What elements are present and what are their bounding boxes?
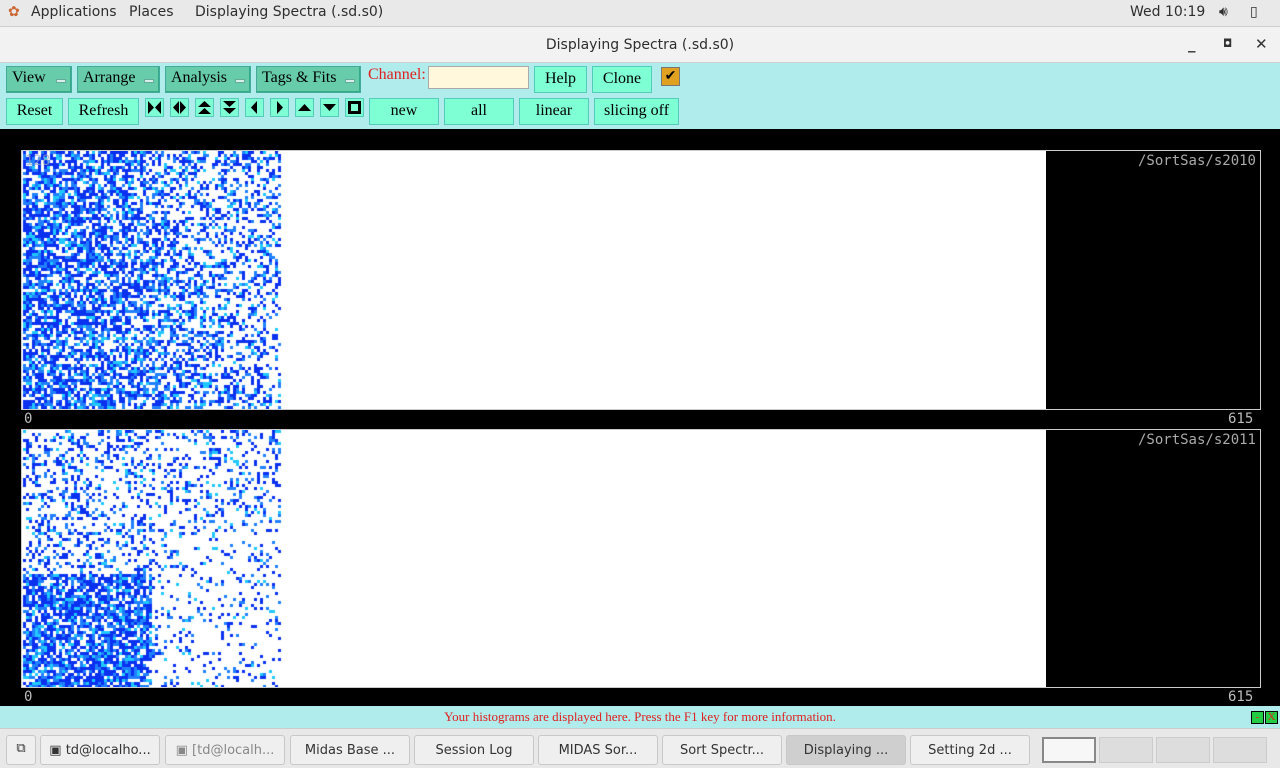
volume-icon[interactable]: 🔊︎: [1219, 4, 1228, 20]
terminal-icon: ▣: [49, 743, 66, 758]
arrange-menu-label: Arrange: [83, 69, 136, 86]
terminal-icon: ▣: [175, 743, 193, 758]
spectrum-heatmap[interactable]: [22, 430, 1048, 687]
dropdown-icon: [345, 79, 355, 83]
taskbar-item[interactable]: Displaying ...: [786, 735, 906, 765]
spectrum-name: /SortSas/s2011: [1137, 432, 1256, 448]
spectrum-info-area: /SortSas/s2010: [1046, 151, 1260, 409]
status-message: Your histograms are displayed here. Pres…: [444, 709, 836, 724]
shrink-vertical-icon[interactable]: [220, 98, 239, 117]
slicing-button[interactable]: slicing off: [594, 98, 679, 125]
close-button[interactable]: ✕: [1255, 35, 1268, 53]
tags-fits-menu-label: Tags & Fits: [262, 69, 337, 86]
help-button[interactable]: Help: [534, 66, 587, 93]
taskbar-item[interactable]: Setting 2d ...: [910, 735, 1030, 765]
all-button[interactable]: all: [444, 98, 514, 125]
show-desktop-button[interactable]: ⧉: [6, 735, 36, 765]
dropdown-icon: [144, 79, 154, 83]
spectrum-name: /SortSas/s2010: [1137, 153, 1256, 169]
taskbar-item[interactable]: Sort Spectr...: [662, 735, 782, 765]
expand-horizontal-icon[interactable]: [145, 98, 164, 117]
workspace-4[interactable]: [1213, 737, 1267, 763]
places-menu[interactable]: Places: [129, 4, 174, 20]
close-status-button[interactable]: X: [1265, 711, 1278, 724]
system-top-bar: ✿ Applications Places Displaying Spectra…: [0, 0, 1280, 27]
view-menu[interactable]: View: [6, 66, 72, 93]
expand-vertical-icon[interactable]: [195, 98, 214, 117]
checkbox[interactable]: ✔: [661, 67, 680, 86]
clock[interactable]: Wed 10:19: [1130, 4, 1205, 20]
scroll-down-icon[interactable]: [320, 98, 339, 117]
taskbar-item[interactable]: ▣ td@localho...: [40, 735, 160, 765]
scroll-right-icon[interactable]: [270, 98, 289, 117]
x-min-label: 0: [24, 689, 33, 705]
full-view-icon[interactable]: [345, 98, 364, 117]
toolbar: View Arrange Analysis Tags & Fits Channe…: [0, 63, 1280, 129]
refresh-button[interactable]: Refresh: [68, 98, 139, 125]
spectrum-panel[interactable]: 128 /SortSas/s2010: [21, 150, 1261, 410]
shrink-horizontal-icon[interactable]: [170, 98, 189, 117]
taskbar-item[interactable]: Session Log: [414, 735, 534, 765]
spectrum-heatmap[interactable]: [22, 151, 1048, 409]
taskbar: ⧉ ▣ td@localho... ▣ [td@localh... Midas …: [0, 728, 1280, 768]
view-menu-label: View: [12, 69, 46, 86]
analysis-menu[interactable]: Analysis: [165, 66, 251, 93]
dropdown-icon: [235, 79, 245, 83]
applications-icon: ✿: [8, 4, 20, 20]
maximize-button[interactable]: ◘: [1223, 37, 1232, 50]
arrange-menu[interactable]: Arrange: [77, 66, 160, 93]
scroll-left-icon[interactable]: [245, 98, 264, 117]
x-max-label: 615: [1228, 689, 1254, 705]
spectrum-panel[interactable]: /SortSas/s2011: [21, 429, 1261, 688]
applications-menu[interactable]: Applications: [31, 4, 117, 20]
spectrum-info-area: /SortSas/s2011: [1046, 430, 1260, 687]
taskbar-item[interactable]: ▣ [td@localh...: [165, 735, 285, 765]
workspace-2[interactable]: [1099, 737, 1153, 763]
workspace-3[interactable]: [1156, 737, 1210, 763]
y-max-label: 128: [25, 153, 51, 169]
minimize-status-button[interactable]: -: [1251, 711, 1264, 724]
window-title: Displaying Spectra (.sd.s0): [545, 37, 735, 53]
workspace-1[interactable]: [1042, 737, 1096, 763]
analysis-menu-label: Analysis: [171, 69, 227, 86]
channel-label: Channel:: [368, 66, 426, 83]
taskbar-item[interactable]: Midas Base ...: [290, 735, 410, 765]
x-min-label: 0: [24, 411, 33, 427]
reset-button[interactable]: Reset: [6, 98, 63, 125]
new-button[interactable]: new: [369, 98, 439, 125]
minimize-button[interactable]: _: [1188, 35, 1196, 53]
taskbar-item[interactable]: MIDAS Sor...: [538, 735, 658, 765]
linear-button[interactable]: linear: [519, 98, 589, 125]
clone-button[interactable]: Clone: [592, 66, 652, 93]
tags-fits-menu[interactable]: Tags & Fits: [256, 66, 361, 93]
window-title-bar: Displaying Spectra (.sd.s0) _ ◘ ✕: [0, 27, 1280, 63]
dropdown-icon: [56, 79, 66, 83]
active-app-menu[interactable]: Displaying Spectra (.sd.s0): [195, 4, 383, 20]
status-bar: Your histograms are displayed here. Pres…: [0, 706, 1280, 728]
channel-input[interactable]: [428, 66, 529, 89]
x-max-label: 615: [1228, 411, 1254, 427]
taskbar-item-label: [td@localh...: [192, 743, 275, 758]
scroll-up-icon[interactable]: [295, 98, 314, 117]
battery-icon[interactable]: ▯: [1250, 4, 1258, 20]
taskbar-item-label: td@localho...: [65, 743, 151, 758]
